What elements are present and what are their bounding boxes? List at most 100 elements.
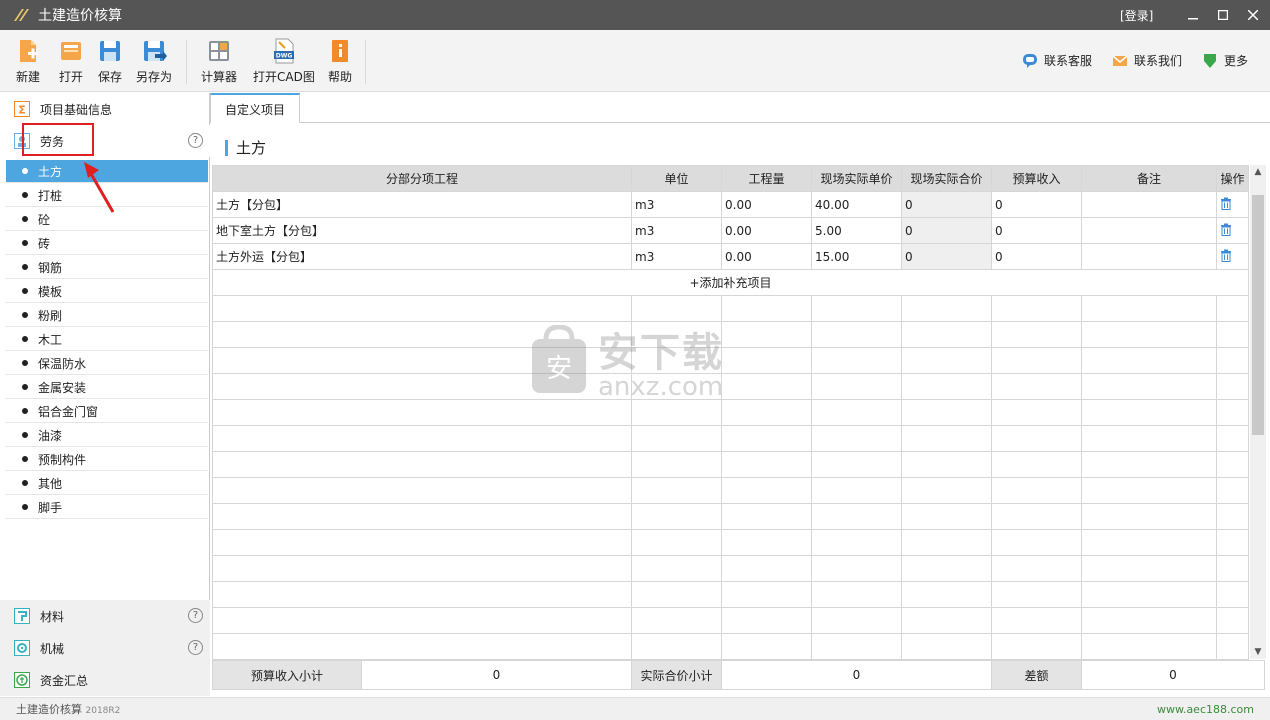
- sidebar-subitem[interactable]: 钢筋: [6, 256, 208, 279]
- cell-unit[interactable]: m3: [631, 243, 722, 270]
- tab-custom-project[interactable]: 自定义项目: [210, 93, 300, 123]
- cell-note[interactable]: [1081, 191, 1217, 218]
- cell-unit-price[interactable]: 5.00: [811, 217, 902, 244]
- cell-unit[interactable]: m3: [631, 191, 722, 218]
- empty-cell: [212, 425, 632, 452]
- trash-icon[interactable]: [1220, 197, 1232, 210]
- bullet-icon: [22, 216, 28, 222]
- scrollbar-thumb[interactable]: [1252, 195, 1264, 435]
- sidebar-subitem[interactable]: 模板: [6, 280, 208, 303]
- sidebar-item-basic-info[interactable]: Σ 项目基础信息: [0, 93, 210, 125]
- cell-unit-price[interactable]: 15.00: [811, 243, 902, 270]
- empty-cell: [901, 295, 992, 322]
- sidebar-subitem-label: 砼: [38, 212, 51, 227]
- col-header: 操作: [1216, 165, 1249, 192]
- empty-cell: [901, 607, 992, 634]
- col-header: 现场实际单价: [811, 165, 902, 192]
- empty-cell: [991, 503, 1082, 530]
- calculator-button[interactable]: 计算器: [201, 38, 237, 85]
- empty-cell: [811, 425, 902, 452]
- cell-unit-price[interactable]: 40.00: [811, 191, 902, 218]
- sidebar-subitem-label: 打桩: [38, 188, 63, 203]
- cell-qty[interactable]: 0.00: [721, 217, 812, 244]
- scroll-down-icon[interactable]: ▼: [1250, 645, 1266, 659]
- summary-bar: 预算收入小计 0 实际合价小计 0 差额 0: [212, 660, 1265, 690]
- empty-cell: [811, 321, 902, 348]
- cell-unit[interactable]: m3: [631, 217, 722, 244]
- sidebar-subitem[interactable]: 保温防水: [6, 352, 208, 375]
- sidebar-item-fund-summary[interactable]: 资金汇总: [0, 664, 210, 696]
- sidebar-subitem[interactable]: 金属安装: [6, 376, 208, 399]
- machinery-help-icon[interactable]: ?: [188, 640, 203, 655]
- open-cad-button[interactable]: DWG 打开CAD图: [253, 38, 315, 85]
- more-button[interactable]: 更多: [1202, 52, 1248, 69]
- empty-cell: [1216, 581, 1249, 608]
- save-button[interactable]: 保存: [97, 38, 123, 85]
- sidebar-item-machinery[interactable]: 机械 ?: [0, 632, 210, 664]
- cell-budget[interactable]: 0: [991, 191, 1082, 218]
- close-icon[interactable]: [1242, 4, 1264, 26]
- mail-icon: [1112, 54, 1128, 66]
- table-row: 地下室土方【分包】 m3 0.00 5.00 0 0: [212, 217, 1249, 244]
- contact-service-button[interactable]: 联系客服: [1022, 52, 1092, 69]
- empty-cell: [811, 529, 902, 556]
- empty-cell: [1081, 555, 1217, 582]
- empty-cell: [212, 477, 632, 504]
- empty-cell: [721, 581, 812, 608]
- cell-note[interactable]: [1081, 243, 1217, 270]
- sidebar-subitem[interactable]: 油漆: [6, 424, 208, 447]
- section-header: 土方: [225, 137, 266, 158]
- sidebar-item-materials[interactable]: 材料 ?: [0, 600, 210, 632]
- maximize-icon[interactable]: [1212, 4, 1234, 26]
- table-row: 土方外运【分包】 m3 0.00 15.00 0 0: [212, 243, 1249, 270]
- cell-name[interactable]: 土方外运【分包】: [212, 243, 632, 270]
- empty-cell: [1081, 399, 1217, 426]
- labor-help-icon[interactable]: ?: [188, 133, 203, 148]
- login-link[interactable]: [登录]: [1120, 7, 1153, 24]
- cell-budget[interactable]: 0: [991, 217, 1082, 244]
- col-header: 分部分项工程: [212, 165, 632, 192]
- actual-subtotal-label: 实际合价小计: [631, 660, 722, 690]
- minimize-icon[interactable]: [1182, 4, 1204, 26]
- add-row: +添加补充项目: [212, 269, 1249, 296]
- col-header: 预算收入: [991, 165, 1082, 192]
- bullet-icon: [22, 336, 28, 342]
- open-button[interactable]: 打开: [58, 38, 84, 85]
- cell-name[interactable]: 土方【分包】: [212, 191, 632, 218]
- vertical-scrollbar[interactable]: ▲ ▼: [1250, 165, 1266, 659]
- bullet-icon: [22, 456, 28, 462]
- new-button[interactable]: 新建: [15, 38, 41, 85]
- empty-cell: [811, 503, 902, 530]
- coin-icon: [14, 672, 30, 688]
- cell-budget[interactable]: 0: [991, 243, 1082, 270]
- trash-icon[interactable]: [1220, 223, 1232, 236]
- sidebar-subitem[interactable]: 砖: [6, 232, 208, 255]
- cell-qty[interactable]: 0.00: [721, 243, 812, 270]
- empty-cell: [721, 451, 812, 478]
- bullet-icon: [22, 312, 28, 318]
- sidebar-subitem[interactable]: 木工: [6, 328, 208, 351]
- sidebar-subitem[interactable]: 其他: [6, 472, 208, 495]
- contact-us-button[interactable]: 联系我们: [1112, 52, 1182, 69]
- sidebar-subitem[interactable]: 粉刷: [6, 304, 208, 327]
- sidebar-subitem[interactable]: 预制构件: [6, 448, 208, 471]
- add-supplement-button[interactable]: +添加补充项目: [212, 269, 1249, 296]
- toolbar-separator: [186, 40, 187, 84]
- help-button[interactable]: 帮助: [327, 38, 353, 85]
- empty-cell: [991, 373, 1082, 400]
- sidebar-subitem[interactable]: 脚手: [6, 496, 208, 519]
- sidebar-subitem[interactable]: 铝合金门窗: [6, 400, 208, 423]
- cell-qty[interactable]: 0.00: [721, 191, 812, 218]
- table-row: 土方【分包】 m3 0.00 40.00 0 0: [212, 191, 1249, 218]
- cell-note[interactable]: [1081, 217, 1217, 244]
- trash-icon[interactable]: [1220, 249, 1232, 262]
- save-as-button[interactable]: 另存为: [136, 38, 172, 85]
- empty-cell: [991, 555, 1082, 582]
- materials-help-icon[interactable]: ?: [188, 608, 203, 623]
- empty-cell: [631, 451, 722, 478]
- toolbar-separator: [365, 40, 366, 84]
- scroll-up-icon[interactable]: ▲: [1250, 165, 1266, 179]
- empty-row: [212, 399, 1249, 426]
- cell-name[interactable]: 地下室土方【分包】: [212, 217, 632, 244]
- empty-cell: [721, 373, 812, 400]
